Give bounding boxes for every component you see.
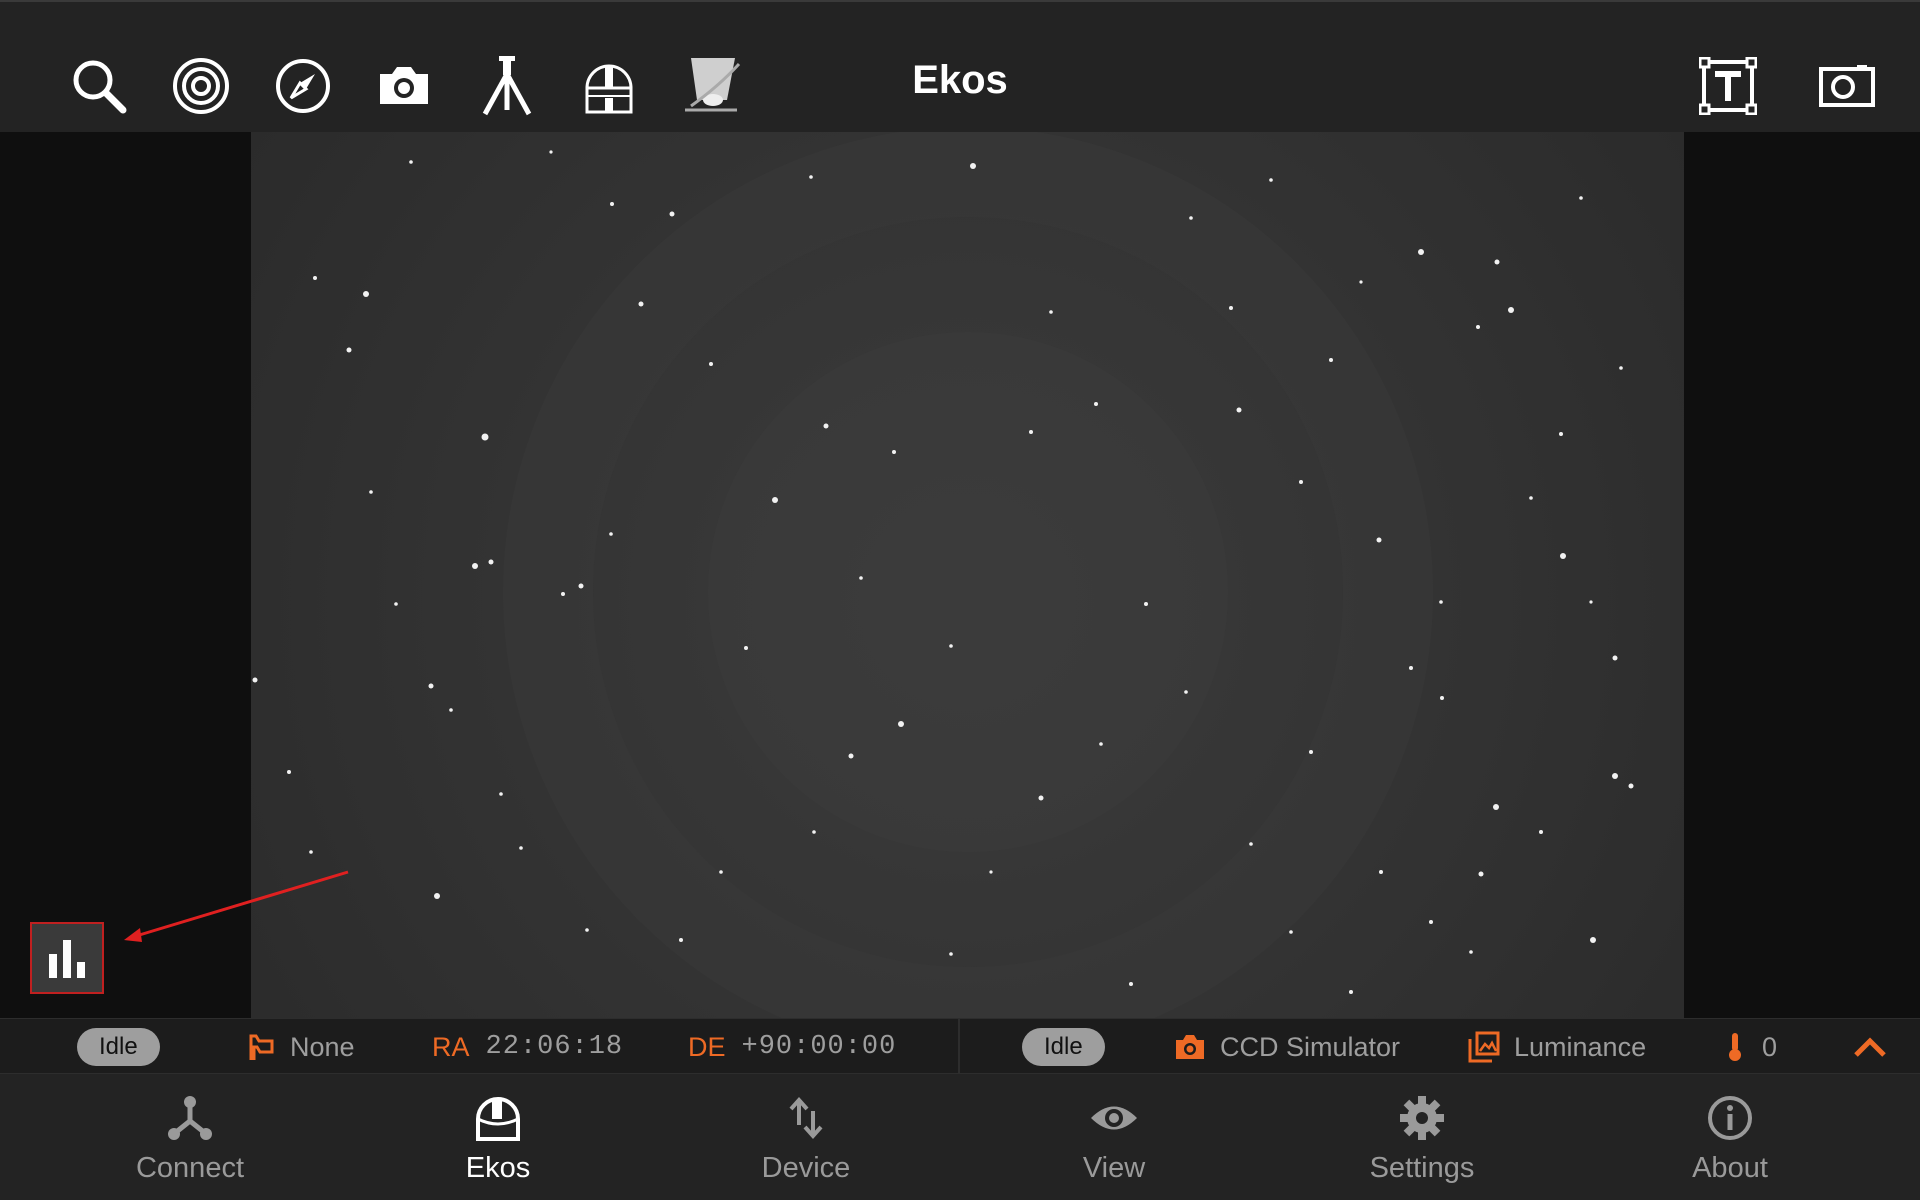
filter-status: Luminance [1468, 1031, 1646, 1063]
temperature-value: 0 [1762, 1031, 1778, 1062]
camera-icon [1176, 1035, 1204, 1059]
de-label: DE [688, 1031, 726, 1062]
nav-tab-ekos[interactable]: Ekos [378, 1074, 618, 1200]
de-value: +90:00:00 [741, 1032, 897, 1062]
mount-status-badge: Idle [77, 1028, 160, 1066]
nav-tab-view[interactable]: View [994, 1074, 1234, 1200]
text-overlay-icon[interactable] [1690, 48, 1766, 124]
ra-label: RA [432, 1031, 470, 1062]
camera-name: CCD Simulator [1220, 1031, 1401, 1062]
info-icon [1705, 1092, 1755, 1144]
camera-status: CCD Simulator [1174, 1031, 1400, 1063]
compass-icon[interactable] [265, 48, 341, 124]
telescope-icon[interactable] [673, 48, 749, 124]
nav-tab-device[interactable]: Device [686, 1074, 926, 1200]
de-readout: DE +90:00:00 [688, 1031, 896, 1063]
histogram-icon [49, 940, 85, 978]
swap-vertical-icon [781, 1092, 831, 1144]
nav-label: Connect [135, 1152, 244, 1184]
target-value: None [290, 1031, 355, 1062]
nav-label: About [1692, 1152, 1768, 1184]
filter-image-icon [1468, 1031, 1500, 1063]
observatory-icon[interactable] [571, 48, 647, 124]
nav-label: Settings [1369, 1152, 1475, 1184]
gear-icon [1397, 1092, 1447, 1144]
expand-chevron-up-icon[interactable] [1850, 1031, 1890, 1063]
nav-tab-about[interactable]: About [1610, 1074, 1850, 1200]
observatory-dome-icon [473, 1092, 523, 1144]
tripod-icon[interactable] [469, 48, 545, 124]
connect-icon [165, 1092, 215, 1144]
target-icon[interactable] [163, 48, 239, 124]
thermometer-icon [1729, 1033, 1741, 1061]
ra-value: 22:06:18 [485, 1032, 624, 1062]
nav-tab-settings[interactable]: Settings [1302, 1074, 1542, 1200]
nav-label: Ekos [465, 1152, 531, 1184]
page-title: Ekos [912, 58, 1008, 102]
top-toolbar: Ekos [0, 0, 1920, 132]
target-status: None [248, 1031, 355, 1063]
search-icon[interactable] [61, 48, 137, 124]
nav-label: Device [761, 1152, 851, 1184]
status-divider [958, 1019, 960, 1073]
temperature-status: 0 [1726, 1031, 1777, 1063]
nav-tab-connect[interactable]: Connect [70, 1074, 310, 1200]
filter-name: Luminance [1514, 1031, 1647, 1062]
eye-icon [1089, 1092, 1139, 1144]
ra-readout: RA 22:06:18 [432, 1031, 623, 1063]
capture-status-badge: Idle [1022, 1028, 1105, 1066]
star-field-image[interactable] [251, 132, 1684, 1018]
camera-icon[interactable] [366, 48, 442, 124]
histogram-button[interactable] [30, 922, 104, 994]
image-viewer[interactable] [0, 132, 1920, 1018]
parking-flag-icon [249, 1034, 274, 1060]
status-bar: Idle None RA 22:06:18 DE +90:00:00 Idle … [0, 1018, 1920, 1074]
screenshot-icon[interactable] [1809, 48, 1885, 124]
bottom-navigation: Connect Ekos Device View Settings About [0, 1074, 1920, 1200]
nav-label: View [1082, 1152, 1146, 1184]
